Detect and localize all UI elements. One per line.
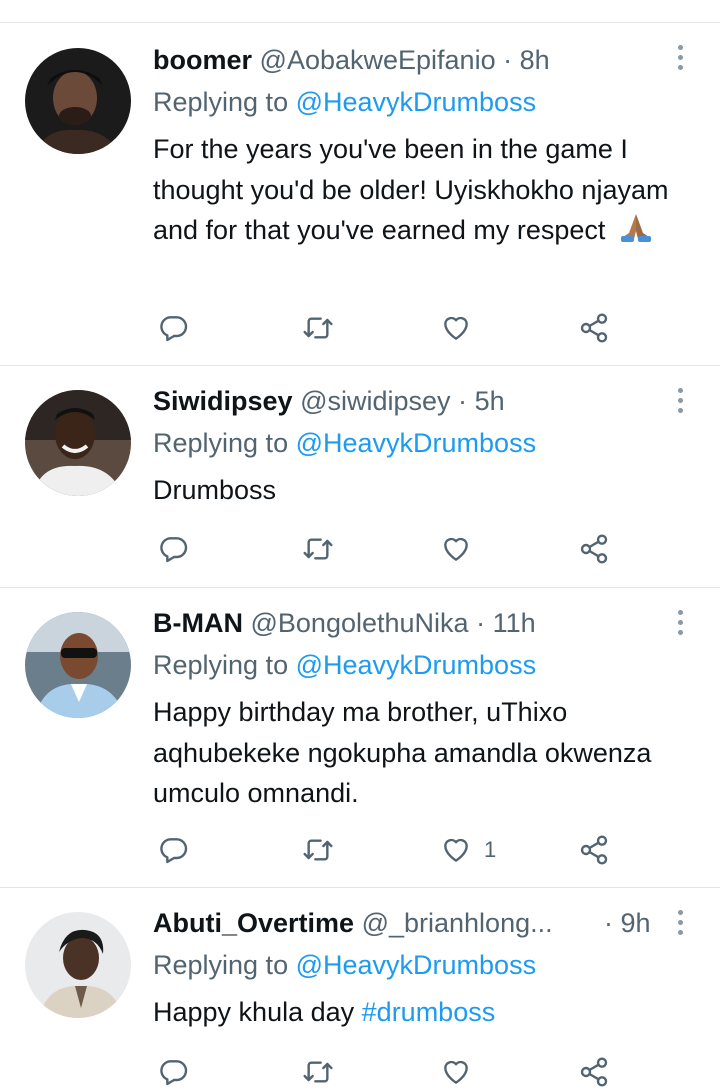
reply-button[interactable]: [158, 1052, 190, 1092]
replying-prefix: Replying to: [153, 650, 289, 680]
mention-link[interactable]: @HeavykDrumboss: [296, 950, 536, 980]
retweet-button[interactable]: [302, 1052, 334, 1092]
separator-dot: ·: [604, 908, 613, 938]
tweet-header: Siwidipsey @siwidipsey · 5h: [153, 384, 653, 418]
user-handle[interactable]: @_brianhlong...: [362, 908, 553, 938]
like-button[interactable]: [440, 529, 484, 569]
separator-dot: ·: [476, 608, 486, 638]
hashtag-link[interactable]: #drumboss: [362, 997, 496, 1027]
display-name[interactable]: Siwidipsey: [153, 386, 293, 416]
tweet-text: Happy khula day #drumboss: [153, 992, 693, 1033]
replying-to: Replying to @HeavykDrumboss: [153, 648, 536, 682]
reply-icon: [160, 537, 188, 563]
mention-link[interactable]: @HeavykDrumboss: [296, 87, 536, 117]
like-icon: [444, 1060, 468, 1084]
retweet-button[interactable]: [302, 529, 334, 569]
share-button[interactable]: [578, 308, 610, 348]
display-name[interactable]: B-MAN: [153, 608, 243, 638]
like-icon: [444, 838, 468, 862]
share-button[interactable]: [578, 529, 610, 569]
tweet-header: boomer @AobakweEpifanio · 8h: [153, 43, 653, 77]
tweet-text: Drumboss: [153, 470, 693, 511]
user-handle[interactable]: @BongolethuNika: [251, 608, 469, 638]
mention-link[interactable]: @HeavykDrumboss: [296, 428, 536, 458]
display-name[interactable]: boomer: [153, 45, 252, 75]
reply-button[interactable]: [158, 529, 190, 569]
separator-dot: ·: [503, 45, 513, 75]
retweet-icon: [303, 317, 333, 339]
folded-hands-emoji: [619, 211, 653, 255]
share-icon: [580, 534, 608, 564]
share-button[interactable]: [578, 1052, 610, 1092]
tweet-header: B-MAN @BongolethuNika · 11h: [153, 606, 653, 640]
avatar[interactable]: [25, 48, 131, 154]
share-button[interactable]: [578, 830, 610, 870]
replying-prefix: Replying to: [153, 428, 289, 458]
timestamp[interactable]: 5h: [475, 386, 505, 416]
tweet-text-content: Drumboss: [153, 475, 277, 505]
like-icon: [444, 537, 468, 561]
like-button[interactable]: 1: [440, 830, 496, 870]
retweet-button[interactable]: [302, 308, 334, 348]
tweet-actions: [0, 529, 720, 569]
timestamp[interactable]: 8h: [520, 45, 550, 75]
replying-to: Replying to @HeavykDrumboss: [153, 426, 536, 460]
avatar[interactable]: [25, 612, 131, 718]
avatar[interactable]: [25, 390, 131, 496]
timestamp[interactable]: 9h: [621, 908, 651, 938]
tweet-text-content: For the years you've been in the game I …: [153, 134, 669, 245]
tweet-reply[interactable]: B-MAN @BongolethuNika · 11h Replying to …: [0, 588, 720, 888]
more-options-icon[interactable]: [670, 45, 690, 75]
share-icon: [580, 313, 608, 343]
like-count: 1: [484, 837, 497, 862]
user-handle[interactable]: @AobakweEpifanio: [260, 45, 496, 75]
reply-button[interactable]: [158, 830, 190, 870]
tweet-text-content: Happy birthday ma brother, uThixo aqhube…: [153, 697, 652, 808]
more-options-icon[interactable]: [670, 910, 690, 940]
replying-prefix: Replying to: [153, 87, 289, 117]
retweet-icon: [303, 538, 333, 560]
retweet-icon: [303, 1061, 333, 1083]
retweet-icon: [303, 839, 333, 861]
timestamp[interactable]: 11h: [493, 608, 536, 638]
tweet-actions: 1: [0, 830, 720, 870]
share-icon: [580, 1057, 608, 1087]
like-button[interactable]: [440, 1052, 484, 1092]
retweet-button[interactable]: [302, 830, 334, 870]
display-name[interactable]: Abuti_Overtime: [153, 908, 354, 938]
reply-button[interactable]: [158, 308, 190, 348]
more-options-icon[interactable]: [670, 388, 690, 418]
replying-to: Replying to @HeavykDrumboss: [153, 85, 536, 119]
tweet-text-content: Happy khula day: [153, 997, 355, 1027]
tweet-text: For the years you've been in the game I …: [153, 129, 693, 255]
like-icon: [444, 316, 468, 340]
avatar[interactable]: [25, 912, 131, 1018]
more-options-icon[interactable]: [670, 610, 690, 640]
replying-prefix: Replying to: [153, 950, 289, 980]
tweet-actions: [0, 1052, 720, 1092]
mention-link[interactable]: @HeavykDrumboss: [296, 650, 536, 680]
reply-icon: [160, 838, 188, 864]
reply-icon: [160, 1060, 188, 1086]
tweet-header: Abuti_Overtime @_brianhlong...: [153, 906, 653, 940]
tweet-reply[interactable]: Abuti_Overtime @_brianhlong... · 9h Repl…: [0, 888, 720, 1087]
tweet-actions: [0, 308, 720, 348]
tweet-reply[interactable]: Siwidipsey @siwidipsey · 5h Replying to …: [0, 366, 720, 588]
user-handle[interactable]: @siwidipsey: [300, 386, 450, 416]
separator-dot: ·: [458, 386, 468, 416]
replying-to: Replying to @HeavykDrumboss: [153, 948, 536, 982]
share-icon: [580, 835, 608, 865]
tweet-reply[interactable]: boomer @AobakweEpifanio · 8h Replying to…: [0, 23, 720, 366]
reply-icon: [160, 316, 188, 342]
like-button[interactable]: [440, 308, 484, 348]
tweet-time: · 9h: [604, 906, 664, 940]
tweet-text: Happy birthday ma brother, uThixo aqhube…: [153, 692, 693, 814]
